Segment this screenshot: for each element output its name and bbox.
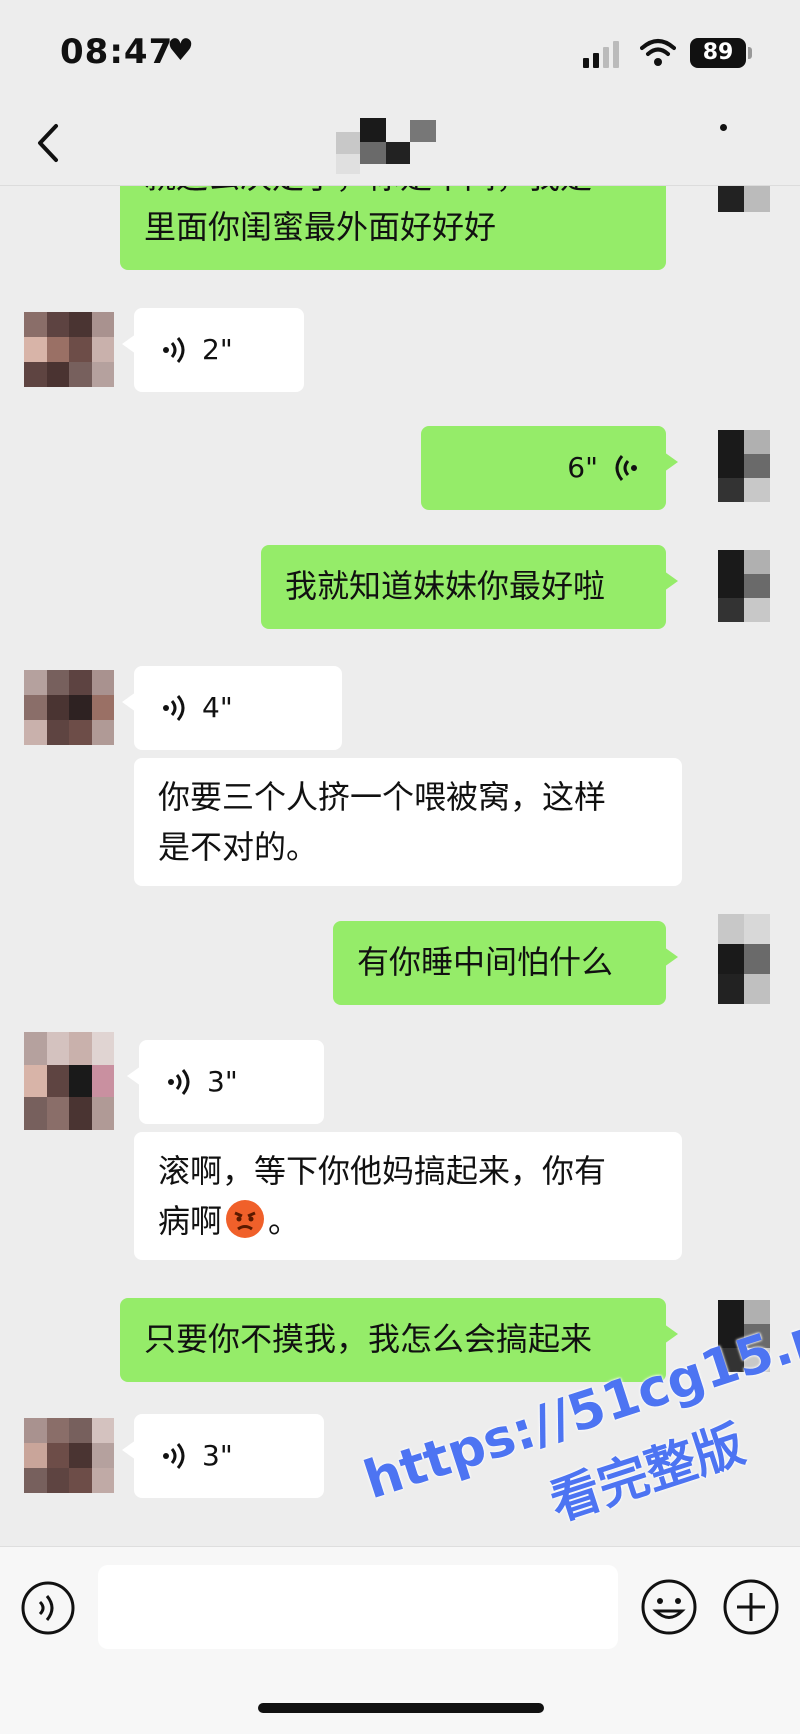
battery-indicator: 89 xyxy=(690,38,746,68)
contact-name-pixelated xyxy=(336,118,436,174)
voice-input-icon[interactable] xyxy=(20,1580,76,1636)
voice-duration: 6" xyxy=(567,451,598,484)
message-text-suffix: 。 xyxy=(268,1202,301,1240)
angry-face-emoji-icon xyxy=(226,1200,265,1238)
clock: 08:47 xyxy=(60,32,174,72)
voice-duration: 2" xyxy=(202,333,233,366)
add-icon[interactable] xyxy=(722,1578,780,1636)
avatar[interactable] xyxy=(718,550,770,622)
message-input[interactable] xyxy=(98,1565,618,1649)
home-indicator xyxy=(258,1703,544,1713)
message-bubble[interactable]: 有你睡中间怕什么 xyxy=(333,921,678,1005)
wifi-icon xyxy=(640,39,676,66)
avatar[interactable] xyxy=(24,1418,114,1493)
more-options-icon[interactable] xyxy=(720,124,734,138)
message-bubble[interactable]: 就这么决定了，你是中间，我是 里面你闺蜜最外面好好好 xyxy=(120,186,666,270)
voice-message[interactable]: 3" xyxy=(127,1040,324,1124)
message-bubble[interactable]: 我就知道妹妹你最好啦 xyxy=(261,545,678,629)
voice-message[interactable]: 2" xyxy=(122,308,304,392)
avatar[interactable] xyxy=(24,670,114,745)
voice-wave-icon xyxy=(163,337,185,363)
heart-icon: ♥ xyxy=(167,33,194,68)
message-bubble[interactable]: 你要三个人挤一个喂被窝，这样 是不对的。 xyxy=(134,758,682,886)
status-bar: 08:47 ♥ 89 xyxy=(0,0,800,100)
cellular-signal-icon xyxy=(583,41,619,68)
voice-wave-icon xyxy=(163,695,185,721)
avatar[interactable] xyxy=(24,1032,114,1130)
voice-wave-icon xyxy=(163,1443,185,1469)
message-text: 你要三个人挤一个喂被窝，这样 是不对的。 xyxy=(158,778,607,866)
message-text: 我就知道妹妹你最好啦 xyxy=(285,567,606,605)
voice-duration: 3" xyxy=(207,1065,238,1098)
avatar[interactable] xyxy=(718,914,770,1004)
voice-duration: 4" xyxy=(202,691,233,724)
voice-wave-icon xyxy=(615,455,637,481)
back-icon[interactable] xyxy=(30,118,70,168)
avatar[interactable] xyxy=(718,186,770,212)
avatar[interactable] xyxy=(24,312,114,387)
voice-message[interactable]: 3" xyxy=(122,1414,324,1498)
emoji-icon[interactable] xyxy=(640,1578,698,1636)
message-text: 有你睡中间怕什么 xyxy=(357,943,614,981)
voice-message[interactable]: 6" xyxy=(421,426,678,510)
voice-wave-icon xyxy=(168,1069,190,1095)
message-bubble[interactable]: 滚啊，等下你他妈搞起来，你有 病啊。 xyxy=(134,1132,682,1260)
message-text: 就这么决定了，你是中间，我是 里面你闺蜜最外面好好好 xyxy=(144,186,592,246)
voice-message[interactable]: 4" xyxy=(122,666,342,750)
battery-tip xyxy=(748,47,752,59)
avatar[interactable] xyxy=(718,430,770,502)
voice-duration: 3" xyxy=(202,1439,233,1472)
